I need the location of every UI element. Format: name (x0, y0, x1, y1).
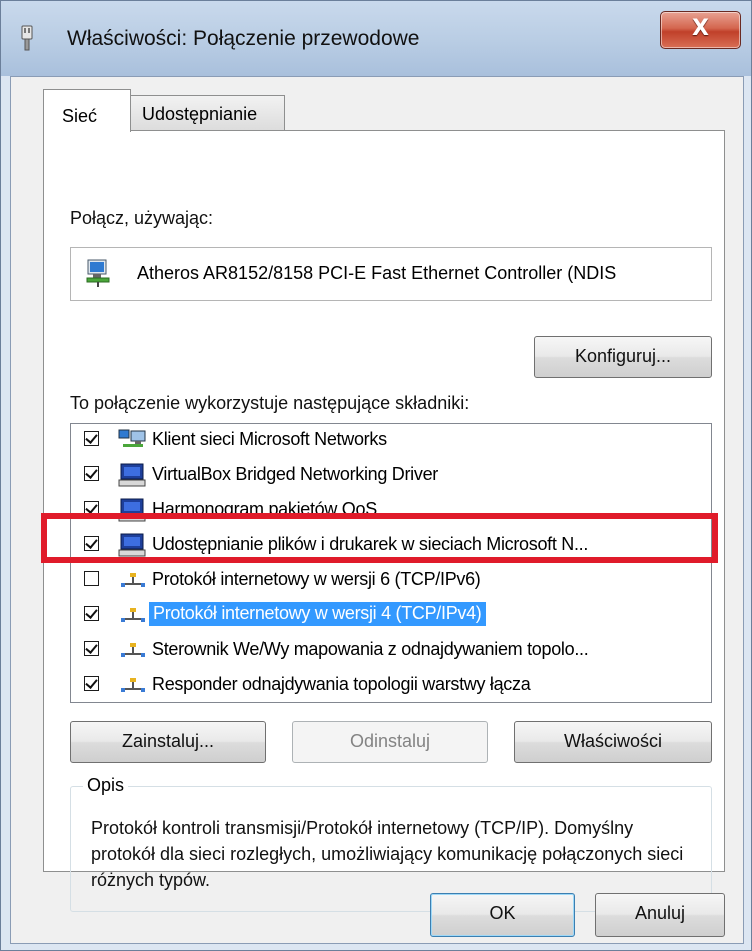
list-item[interactable]: Klient sieci Microsoft Networks (71, 424, 711, 456)
cancel-button-label: Anuluj (634, 903, 686, 923)
list-item[interactable]: Responder odnajdywania topologii warstwy… (71, 669, 711, 701)
components-label: To połączenie wykorzystuje następujące s… (70, 393, 470, 413)
properties-button-label: Właściwości (563, 731, 662, 751)
tab-siec-label: Sieć (62, 106, 98, 126)
uninstall-button[interactable]: Odinstaluj (292, 721, 488, 763)
components-list[interactable]: Klient sieci Microsoft Networks VirtualB… (70, 423, 712, 703)
cancel-button[interactable]: Anuluj (595, 893, 725, 937)
configure-button-label: Konfiguruj... (574, 346, 672, 366)
tab-siec[interactable]: Sieć (43, 89, 131, 132)
install-button[interactable]: Zainstaluj... (70, 721, 266, 763)
adapter-name: Atheros AR8152/8158 PCI-E Fast Ethernet … (137, 263, 617, 283)
component-label: Klient sieci Microsoft Networks (152, 429, 387, 449)
close-icon: X (692, 16, 709, 41)
protocol-icon (121, 573, 145, 587)
list-item-selected[interactable]: Protokół internetowy w wersji 4 (TCP/IPv… (71, 599, 711, 631)
properties-window: Właściwości: Połączenie przewodowe X Udo… (0, 0, 752, 951)
install-button-label: Zainstaluj... (121, 731, 215, 751)
list-item[interactable]: VirtualBox Bridged Networking Driver (71, 459, 711, 491)
adapter-field: Atheros AR8152/8158 PCI-E Fast Ethernet … (70, 247, 712, 301)
configure-button[interactable]: Konfiguruj... (534, 336, 712, 378)
component-checkbox[interactable] (84, 606, 99, 621)
protocol-icon (121, 643, 145, 657)
component-label: Protokół internetowy w wersji 4 (TCP/IPv… (149, 602, 486, 626)
component-label: Protokół internetowy w wersji 6 (TCP/IPv… (152, 569, 481, 589)
uninstall-button-label: Odinstaluj (349, 731, 431, 751)
tab-panel-siec: Połącz, używając: Atheros AR8152/8158 PC… (43, 130, 725, 912)
tab-udostepnianie-label: Udostępnianie (142, 104, 258, 124)
properties-button[interactable]: Właściwości (514, 721, 712, 763)
protocol-icon (121, 678, 145, 692)
component-checkbox[interactable] (84, 641, 99, 656)
network-service-icon (118, 463, 146, 487)
description-text: Protokół kontroli transmisji/Protokół in… (91, 818, 684, 890)
ok-button[interactable]: OK (430, 893, 575, 937)
protocol-icon (121, 608, 145, 622)
list-item[interactable]: Protokół internetowy w wersji 6 (TCP/IPv… (71, 564, 711, 596)
list-item[interactable]: Sterownik We/Wy mapowania z odnajdywanie… (71, 634, 711, 666)
component-label: Sterownik We/Wy mapowania z odnajdywanie… (152, 639, 589, 659)
close-button[interactable]: X (660, 11, 741, 49)
description-legend: Opis (83, 775, 129, 796)
tab-udostepnianie[interactable]: Udostępnianie (130, 95, 285, 131)
network-cable-icon (21, 25, 33, 51)
component-checkbox[interactable] (84, 431, 99, 446)
component-label: VirtualBox Bridged Networking Driver (152, 464, 438, 484)
connect-using-label: Połącz, używając: (70, 208, 214, 228)
network-adapter-icon (86, 259, 110, 287)
title-bar[interactable]: Właściwości: Połączenie przewodowe X (1, 1, 751, 77)
component-checkbox[interactable] (84, 676, 99, 691)
window-title: Właściwości: Połączenie przewodowe (67, 27, 420, 50)
ok-button-label: OK (489, 903, 516, 923)
component-checkbox[interactable] (84, 571, 99, 586)
component-checkbox[interactable] (84, 466, 99, 481)
network-client-icon (118, 429, 146, 447)
component-label: Responder odnajdywania topologii warstwy… (152, 674, 531, 694)
annotation-highlight-box (41, 513, 718, 563)
dialog-client-area: Udostępnianie Sieć Połącz, używając: Ath… (10, 76, 744, 944)
